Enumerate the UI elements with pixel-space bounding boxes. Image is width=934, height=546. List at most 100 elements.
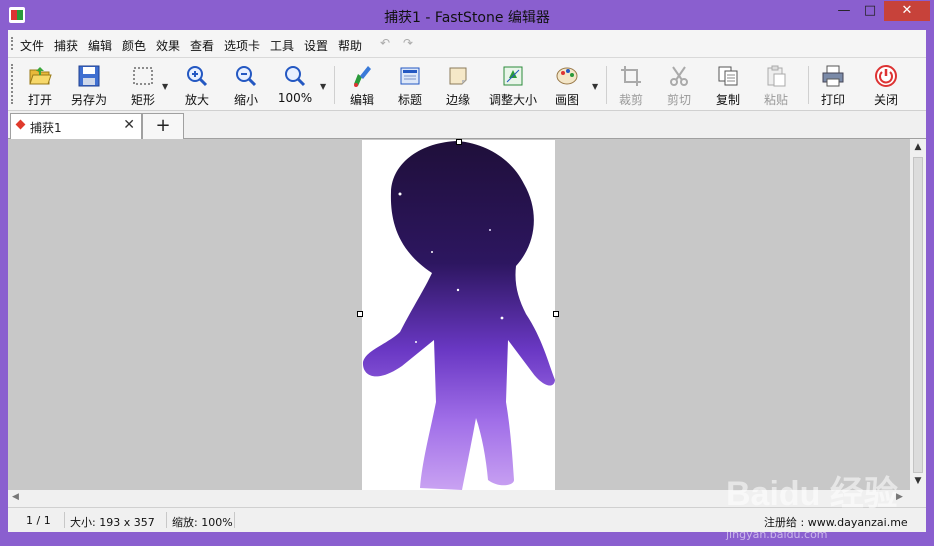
power-icon: [875, 65, 897, 87]
zoom-in-icon: [187, 66, 208, 87]
resize-label: 调整大小: [488, 93, 537, 107]
open-folder-icon: [29, 67, 52, 85]
rectangle-label: 矩形: [130, 93, 155, 107]
new-tab-button[interactable]: +: [142, 113, 184, 139]
minimize-button[interactable]: —: [831, 1, 857, 21]
crop-button[interactable]: 裁剪: [612, 62, 650, 108]
zoom-in-label: 放大: [184, 93, 209, 107]
cut-button[interactable]: 剪切: [660, 62, 698, 108]
zoom-in-button[interactable]: 放大: [176, 62, 218, 108]
watermark-brand: Baidu 经验: [726, 475, 898, 513]
image-size-status: 大小: 193 x 357: [70, 516, 155, 529]
zoom-actual-size-icon: [285, 66, 306, 87]
paste-clipboard-icon: [767, 65, 786, 87]
palette-icon: [556, 67, 578, 85]
rectangle-select-button[interactable]: 矩形: [118, 62, 168, 108]
scroll-left-arrow-icon[interactable]: ◀: [12, 492, 19, 502]
menu-grip[interactable]: [11, 37, 15, 50]
menu-tabs[interactable]: 选项卡: [224, 37, 260, 54]
scissors-icon: [670, 66, 688, 86]
zoom-out-label: 缩小: [233, 93, 258, 107]
toolbar-separator: [808, 66, 809, 104]
redo-icon[interactable]: ↷: [403, 36, 413, 50]
save-as-button[interactable]: 另存为: [66, 62, 112, 108]
close-window-button[interactable]: ✕: [884, 1, 930, 21]
menu-tools[interactable]: 工具: [270, 37, 294, 54]
menu-edit[interactable]: 编辑: [88, 37, 112, 54]
caption-button[interactable]: 标题: [390, 62, 430, 108]
tab-capture-1[interactable]: 捕获1 ✕: [10, 113, 142, 139]
menu-bar: 文件 捕获 编辑 颜色 效果 查看 选项卡 工具 设置 帮助 ↶ ↷: [8, 30, 926, 58]
copy-icon: [718, 66, 738, 86]
zoom-status: 缩放: 100%: [172, 516, 233, 529]
zoom-dropdown-arrow-icon[interactable]: ▼: [320, 82, 326, 91]
title-bar[interactable]: 捕获1 - FastStone 编辑器 — □ ✕: [0, 0, 934, 30]
selection-handle-left[interactable]: [357, 311, 363, 317]
tab-close-icon[interactable]: ✕: [123, 117, 135, 133]
edit-label: 编辑: [349, 93, 374, 107]
copy-label: 复制: [715, 93, 740, 107]
baidu-watermark: Baidu 经验 jingyan.baidu.com: [726, 466, 906, 546]
menu-view[interactable]: 查看: [190, 37, 214, 54]
print-button[interactable]: 打印: [814, 62, 852, 108]
printer-icon: [822, 65, 844, 87]
vertical-scrollbar[interactable]: ▲ ▼: [910, 139, 926, 490]
resize-image-icon: [503, 66, 523, 86]
toolbar: 打开 另存为 矩形 ▼ 放大 缩小 100% ▼ 编辑 标题 边缘 调整大小 画…: [8, 58, 926, 111]
border-label: 边缘: [445, 93, 470, 107]
window-title: 捕获1 - FastStone 编辑器: [384, 10, 550, 26]
menu-file[interactable]: 文件: [20, 37, 44, 54]
open-button[interactable]: 打开: [18, 62, 62, 108]
zoom-out-icon: [236, 66, 257, 87]
app-window: 捕获1 - FastStone 编辑器 — □ ✕ 文件 捕获 编辑 颜色 效果…: [0, 0, 934, 541]
edit-paint-icon: [354, 66, 371, 87]
image-canvas[interactable]: [8, 139, 910, 490]
canvas-dropdown-arrow-icon[interactable]: ▼: [592, 82, 598, 91]
maximize-button[interactable]: □: [857, 1, 883, 21]
vertical-scroll-thumb[interactable]: [913, 157, 923, 473]
open-label: 打开: [27, 93, 52, 107]
menu-capture[interactable]: 捕获: [54, 37, 78, 54]
paste-button[interactable]: 粘贴: [756, 62, 796, 108]
toolbar-grip[interactable]: [11, 64, 15, 104]
status-separator: [64, 512, 65, 528]
menu-help[interactable]: 帮助: [338, 37, 362, 54]
selection-handle-right[interactable]: [553, 311, 559, 317]
caption-label: 标题: [397, 93, 422, 107]
canvas-button[interactable]: 画图: [548, 62, 586, 108]
status-separator: [234, 512, 235, 528]
close-button[interactable]: 关闭: [866, 62, 906, 108]
zoom-out-button[interactable]: 缩小: [226, 62, 266, 108]
undo-icon[interactable]: ↶: [380, 36, 390, 50]
crop-label: 裁剪: [618, 93, 643, 107]
rectangle-dropdown-arrow-icon[interactable]: ▼: [162, 82, 168, 91]
menu-effects[interactable]: 效果: [156, 37, 180, 54]
tab-diamond-icon: [15, 119, 26, 130]
edit-button[interactable]: 编辑: [342, 62, 382, 108]
tab-bar: 捕获1 ✕ +: [8, 111, 926, 139]
border-button[interactable]: 边缘: [438, 62, 478, 108]
print-label: 打印: [820, 93, 845, 107]
rectangle-select-icon: [133, 67, 153, 85]
crop-icon: [621, 66, 641, 86]
zoom-100-button[interactable]: 100%: [272, 62, 318, 108]
watermark-url: jingyan.baidu.com: [726, 528, 828, 541]
selection-handle-top[interactable]: [456, 139, 462, 145]
resize-button[interactable]: 调整大小: [484, 62, 542, 108]
border-effect-icon: [449, 67, 467, 85]
toolbar-separator: [334, 66, 335, 104]
purple-silhouette-figure: [362, 141, 555, 490]
status-separator: [166, 512, 167, 528]
paste-label: 粘贴: [763, 93, 788, 107]
scroll-up-arrow-icon[interactable]: ▲: [910, 142, 926, 152]
captured-image[interactable]: [357, 139, 559, 490]
scroll-down-arrow-icon[interactable]: ▼: [910, 476, 926, 486]
save-as-label: 另存为: [70, 93, 107, 107]
zoom-100-label: 100%: [277, 91, 313, 105]
menu-color[interactable]: 颜色: [122, 37, 146, 54]
copy-button[interactable]: 复制: [708, 62, 748, 108]
page-indicator: 1 / 1: [26, 514, 51, 527]
client-area: 文件 捕获 编辑 颜色 效果 查看 选项卡 工具 设置 帮助 ↶ ↷ 打开 另存…: [8, 30, 926, 541]
menu-settings[interactable]: 设置: [304, 37, 328, 54]
tab-label: 捕获1: [30, 121, 62, 135]
